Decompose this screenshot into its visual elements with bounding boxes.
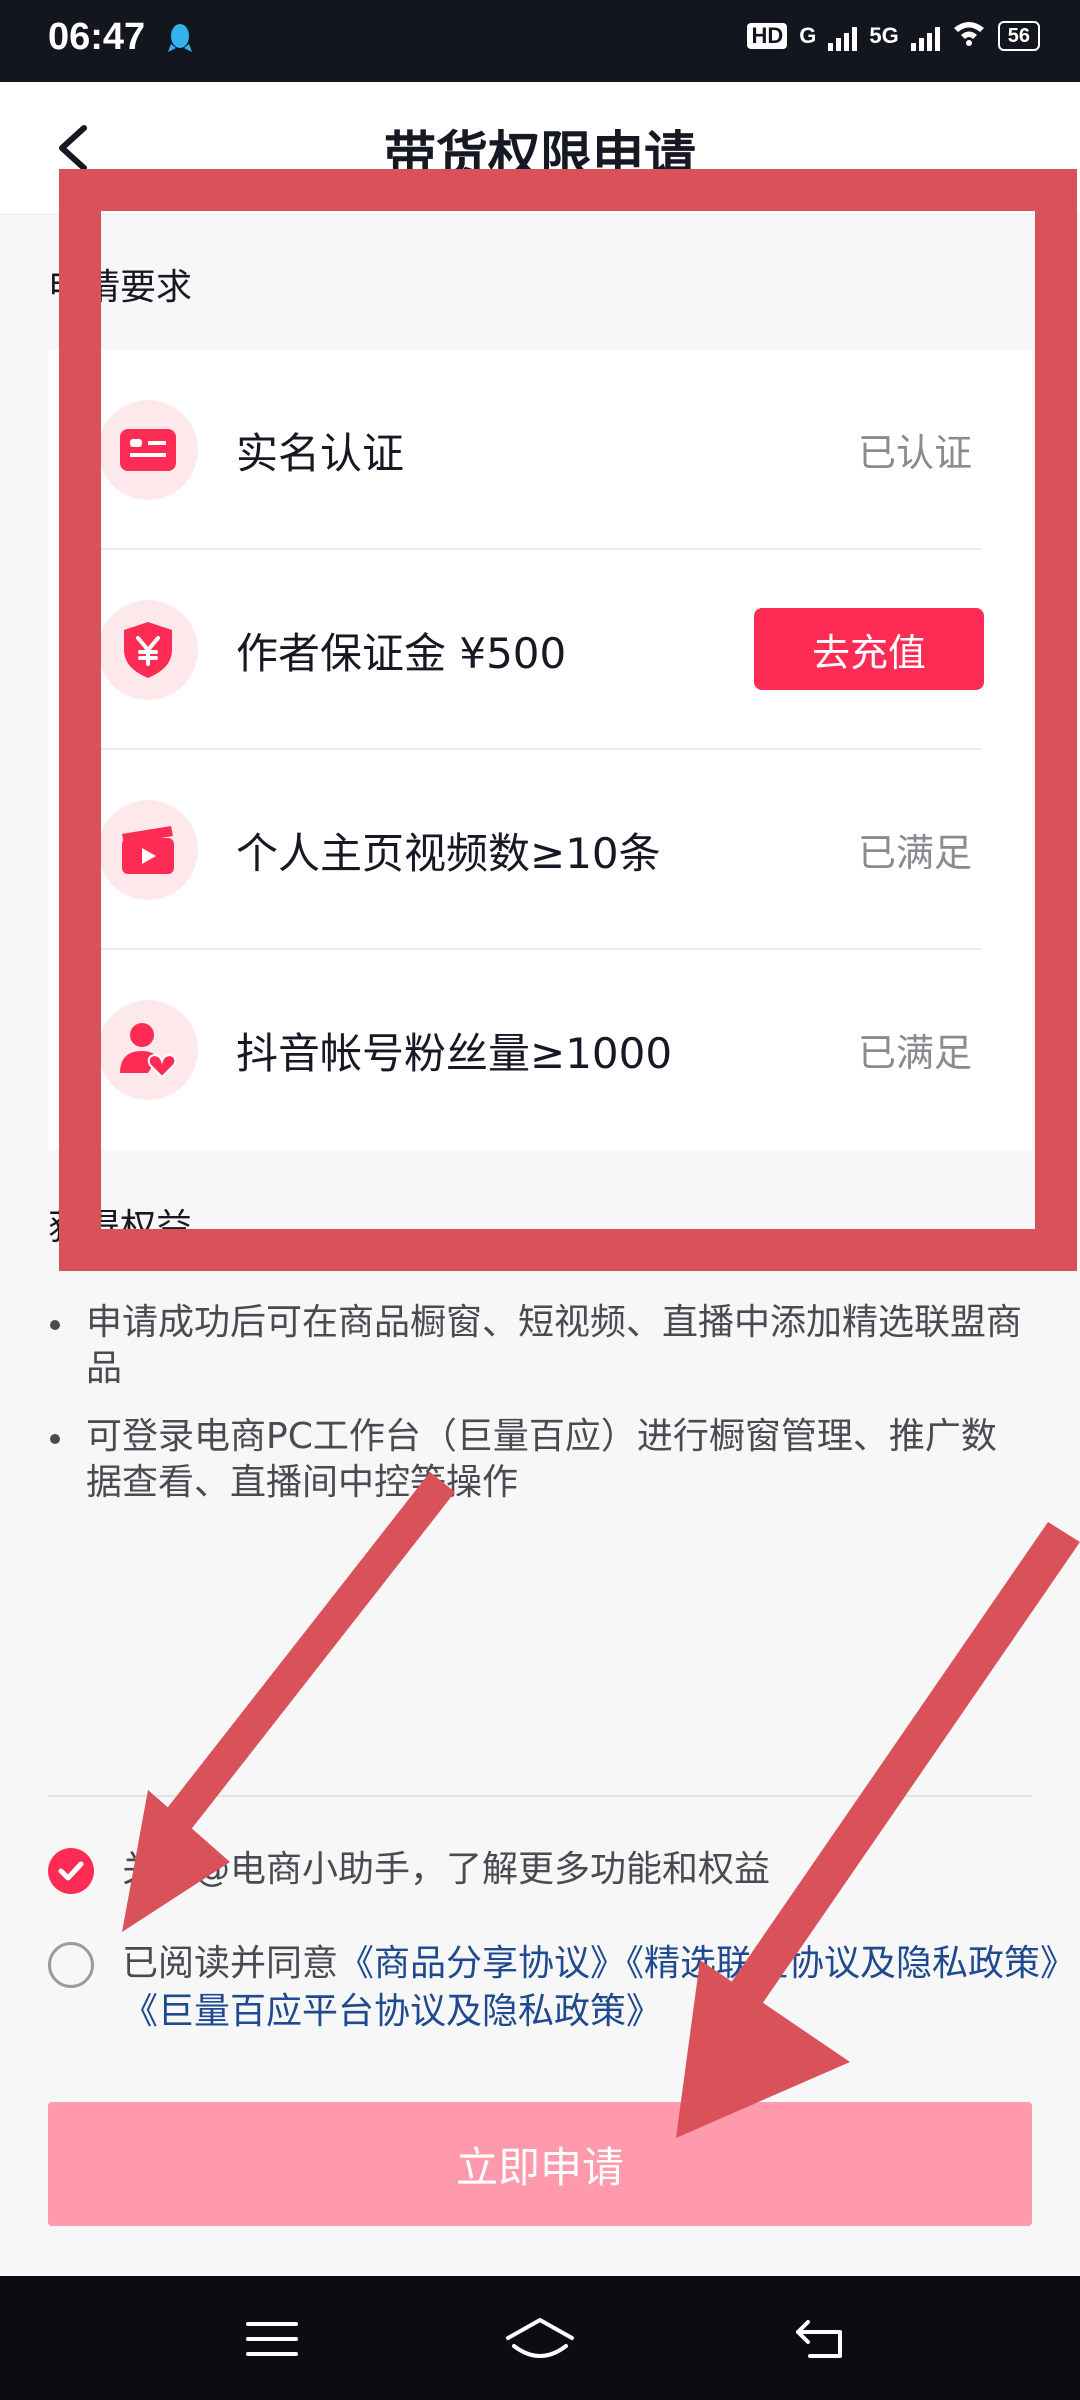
requirement-status: 已满足 — [857, 1031, 972, 1075]
video-clapper-icon — [98, 800, 198, 900]
menu-icon[interactable] — [242, 2314, 302, 2364]
net-5g-label: 5G — [869, 23, 899, 48]
baiying-platform-privacy-link[interactable]: 《巨量百应平台协议及隐私政策》 — [122, 1991, 662, 2032]
status-time: 06:47 — [48, 16, 146, 58]
annotation-arrow-right — [676, 1522, 1080, 2138]
status-bar: 06:47 HD G 5G 56 — [0, 0, 1080, 82]
agreement-text: 已阅读并同意《商品分享协议》《精选联盟协议及隐私政策》《巨量百应平台协议及隐私政… — [122, 1940, 1080, 2036]
net-g-label: G — [799, 23, 817, 48]
requirement-row-deposit: 作者保证金 ¥500 去充值 — [48, 550, 1032, 750]
requirement-label: 个人主页视频数≥10条 — [236, 829, 661, 878]
requirement-row-videos: 个人主页视频数≥10条 已满足 — [48, 750, 1032, 950]
recharge-button[interactable]: 去充值 — [754, 608, 984, 690]
product-share-agreement-link[interactable]: 《商品分享协议》 — [338, 1943, 626, 1984]
qq-notification-icon — [168, 22, 192, 60]
title-bar: 带货权限申请 — [0, 82, 1080, 215]
status-icons: HD G 5G 56 — [747, 20, 1040, 52]
user-heart-icon — [98, 1000, 198, 1100]
requirement-label: 实名认证 — [236, 429, 405, 478]
requirement-status: 已满足 — [857, 831, 972, 875]
follow-checkbox-checked-icon[interactable] — [48, 1848, 94, 1894]
id-card-icon — [98, 400, 198, 500]
system-nav-bar — [0, 2276, 1080, 2400]
back-nav-icon[interactable] — [790, 2314, 850, 2364]
requirement-label: 作者保证金 ¥500 — [236, 629, 567, 678]
requirement-label: 抖音帐号粉丝量≥1000 — [236, 1029, 673, 1078]
requirements-section-label: 申请要求 — [48, 267, 193, 308]
wifi-icon — [952, 20, 986, 52]
signal-icon — [828, 21, 858, 51]
agreement-checkbox[interactable] — [48, 1942, 94, 1988]
follow-text: 关注@电商小助手，了解更多功能和权益 — [122, 1849, 771, 1890]
requirement-status: 已认证 — [857, 431, 972, 475]
signal-5g-icon — [910, 21, 940, 51]
alliance-privacy-link[interactable]: 《精选联盟协议及隐私政策》 — [626, 1943, 1076, 1984]
hd-badge: HD — [747, 23, 788, 49]
agreement-prefix: 已阅读并同意 — [122, 1943, 339, 1984]
benefit-item: 申请成功后可在商品橱窗、短视频、直播中添加精选联盟商品 — [48, 1300, 1028, 1392]
requirement-row-fans: 抖音帐号粉丝量≥1000 已满足 — [48, 950, 1032, 1150]
apply-now-button[interactable]: 立即申请 — [48, 2102, 1032, 2226]
requirements-card: 实名认证 已认证 作者保证金 ¥500 去充值 个人主页视频数≥10条 已满足 … — [48, 350, 1032, 1150]
shield-yen-icon — [98, 600, 198, 700]
requirement-row-realname: 实名认证 已认证 — [48, 350, 1032, 550]
benefits-list: 申请成功后可在商品橱窗、短视频、直播中添加精选联盟商品 可登录电商PC工作台（巨… — [48, 1300, 1028, 1528]
divider — [48, 1795, 1032, 1797]
page-title: 带货权限申请 — [383, 127, 696, 187]
benefits-section-label: 获得权益 — [48, 1207, 193, 1248]
battery-icon: 56 — [997, 21, 1040, 51]
home-icon[interactable] — [504, 2314, 574, 2364]
benefit-item: 可登录电商PC工作台（巨量百应）进行橱窗管理、推广数据查看、直播间中控等操作 — [48, 1414, 1028, 1506]
